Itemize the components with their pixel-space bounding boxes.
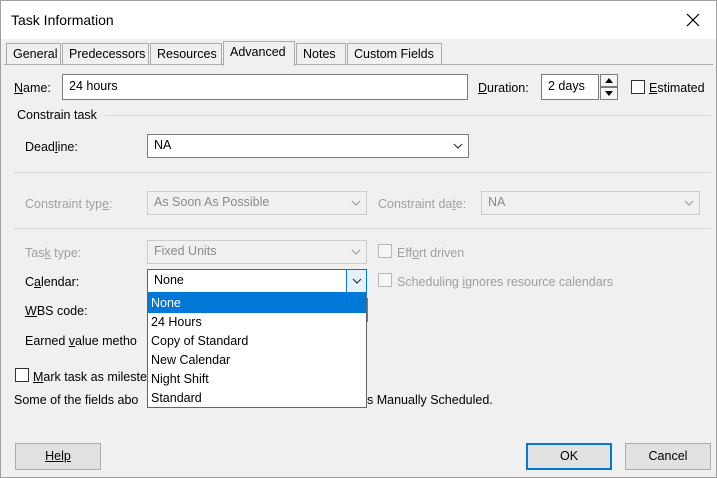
name-input[interactable]: 24 hours — [62, 74, 468, 100]
tab-notes[interactable]: Notes — [296, 43, 346, 65]
constraint-date-value: NA — [488, 195, 506, 209]
ok-button[interactable]: OK — [526, 443, 612, 470]
calendar-option-standard[interactable]: Standard — [148, 389, 366, 408]
cancel-button[interactable]: Cancel — [625, 443, 711, 470]
constrain-task-heading: Constrain task — [17, 108, 97, 122]
wbs-code-label: WBS code: — [25, 304, 88, 318]
tab-label: Predecessors — [69, 47, 146, 61]
task-information-dialog: Task Information General Predecessors Re… — [0, 0, 717, 478]
task-type-value: Fixed Units — [154, 244, 217, 258]
manual-note-right: s Manually Scheduled. — [367, 393, 493, 407]
deadline-value: NA — [154, 138, 172, 152]
tab-general[interactable]: General — [6, 43, 61, 65]
tab-label: Notes — [303, 47, 336, 61]
calendar-label: Calendar: — [25, 275, 80, 289]
deadline-label: Deadline: — [25, 140, 78, 154]
close-icon — [686, 13, 700, 27]
calendar-option-none[interactable]: None — [148, 294, 366, 313]
earned-value-label: Earned value metho — [25, 334, 137, 348]
chevron-down-icon — [351, 200, 361, 206]
calendar-dropdown-list: None 24 Hours Copy of Standard New Calen… — [147, 293, 367, 408]
group-divider — [105, 115, 711, 116]
caret-up-icon — [605, 78, 613, 83]
tab-label: Advanced — [230, 45, 286, 59]
chevron-down-icon — [684, 200, 694, 206]
help-button-label: Help — [45, 449, 71, 463]
cancel-button-label: Cancel — [648, 449, 688, 463]
tab-custom-fields[interactable]: Custom Fields — [347, 43, 442, 65]
tab-advanced[interactable]: Advanced — [223, 41, 295, 66]
estimated-label: Estimated — [649, 81, 705, 95]
tab-label: General — [13, 47, 58, 61]
name-label: Name: — [14, 81, 51, 95]
calendar-dropdown-button[interactable] — [346, 270, 366, 292]
effort-driven-label: Effort driven — [397, 246, 465, 260]
duration-input[interactable]: 2 days — [541, 74, 599, 100]
tab-label: Resources — [157, 47, 217, 61]
tab-label: Custom Fields — [354, 47, 434, 61]
group-divider — [14, 172, 711, 173]
task-type-combo: Fixed Units — [147, 240, 367, 264]
scheduling-ignores-label: Scheduling ignores resource calendars — [397, 275, 614, 289]
deadline-combo[interactable]: NA — [147, 134, 469, 158]
scheduling-ignores-checkbox — [378, 273, 392, 287]
task-type-label: Task type: — [25, 246, 82, 260]
constraint-date-combo: NA — [481, 191, 700, 215]
tab-resources[interactable]: Resources — [150, 43, 222, 65]
duration-spin-up[interactable] — [600, 74, 618, 87]
mark-milestone-checkbox[interactable] — [15, 368, 29, 382]
chevron-down-icon — [351, 249, 361, 255]
constraint-date-label: Constraint date: — [378, 197, 467, 211]
help-button[interactable]: Help — [15, 443, 101, 470]
estimated-checkbox[interactable] — [631, 80, 645, 94]
mark-milestone-label: Mark task as mileste — [33, 370, 147, 384]
calendar-option-24-hours[interactable]: 24 Hours — [148, 313, 366, 332]
constraint-type-value: As Soon As Possible — [154, 195, 270, 209]
calendar-option-night-shift[interactable]: Night Shift — [148, 370, 366, 389]
close-button[interactable] — [682, 9, 704, 31]
name-value: 24 hours — [69, 79, 118, 93]
chevron-down-icon — [453, 143, 463, 149]
calendar-option-copy-of-standard[interactable]: Copy of Standard — [148, 332, 366, 351]
constraint-type-combo: As Soon As Possible — [147, 191, 367, 215]
calendar-value: None — [154, 273, 184, 287]
dialog-title: Task Information — [11, 12, 114, 28]
calendar-option-new-calendar[interactable]: New Calendar — [148, 351, 366, 370]
duration-spin-down[interactable] — [600, 87, 618, 100]
constraint-type-label: Constraint type: — [25, 197, 113, 211]
duration-label: Duration: — [478, 81, 529, 95]
ok-button-label: OK — [559, 449, 579, 463]
group-divider — [14, 228, 711, 229]
tab-predecessors[interactable]: Predecessors — [62, 43, 149, 65]
manual-note-left: Some of the fields abo — [14, 393, 139, 407]
chevron-down-icon — [352, 278, 362, 284]
effort-driven-checkbox — [378, 244, 392, 258]
caret-down-icon — [605, 91, 613, 96]
title-bar: Task Information — [1, 1, 716, 39]
duration-value: 2 days — [548, 79, 585, 93]
calendar-combo[interactable]: None — [147, 269, 367, 293]
